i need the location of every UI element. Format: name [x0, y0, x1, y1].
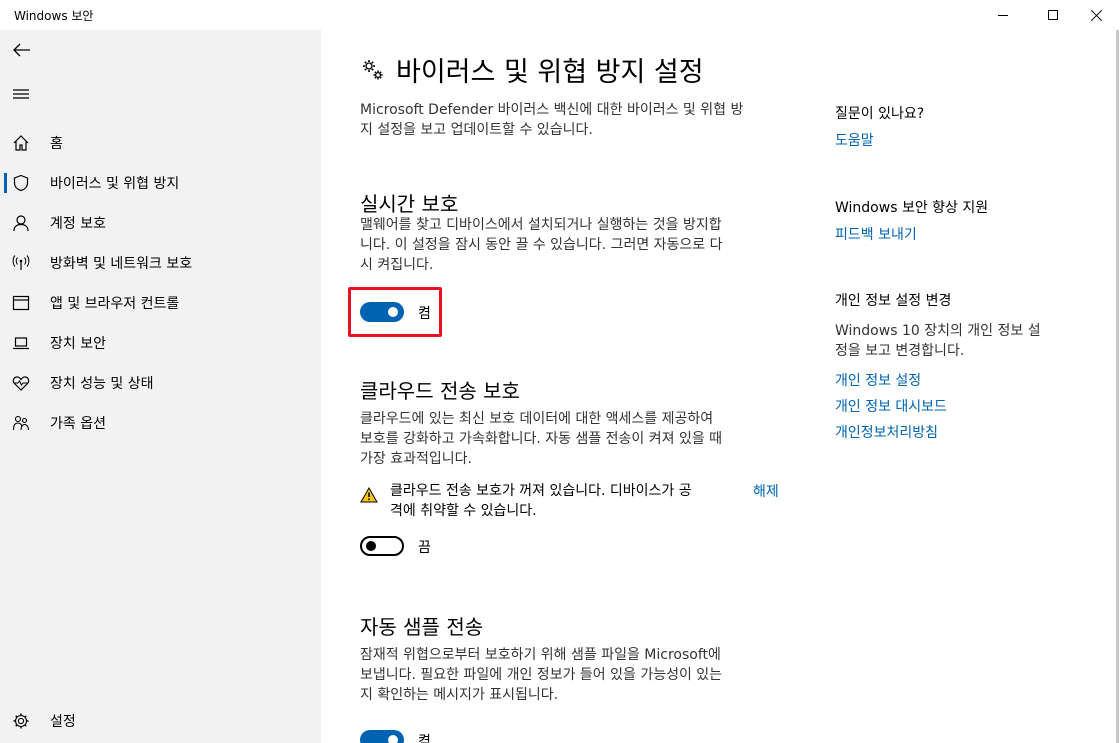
- sidebar-item-label: 가족 옵션: [50, 416, 106, 432]
- cloud-desc-line: 클라우드에 있는 최신 보호 데이터에 대한 액세스를 제공하여: [360, 411, 714, 427]
- sidebar-item-label: 홈: [50, 136, 63, 152]
- browser-window-icon: [12, 295, 30, 311]
- privacy-description: Windows 10 장치의 개인 정보 설 정을 보고 변경합니다.: [835, 321, 1070, 361]
- improve-heading: Windows 보안 향상 지원: [835, 200, 989, 216]
- toggle-knob: [366, 541, 376, 551]
- hamburger-menu-button[interactable]: [10, 82, 34, 106]
- maximize-button[interactable]: [1030, 0, 1076, 30]
- help-link[interactable]: 도움말: [835, 130, 874, 150]
- family-icon: [12, 415, 30, 431]
- maximize-icon: [1048, 10, 1058, 20]
- sidebar-item-virus-protection[interactable]: 바이러스 및 위협 방지: [0, 162, 321, 202]
- gears-icon: [363, 59, 383, 79]
- sidebar-item-label: 방화벽 및 네트워크 보호: [50, 256, 193, 272]
- realtime-heading: 실시간 보호: [360, 192, 459, 216]
- close-icon: [1091, 9, 1103, 21]
- sidebar-item-label: 계정 보호: [50, 216, 106, 232]
- sample-desc-line: 지 확인하는 메시지가 표시됩니다.: [360, 687, 559, 703]
- warning-text: 클라우드 전송 보호가 꺼져 있습니다. 디바이스가 공 격에 취약할 수 있습…: [390, 481, 740, 521]
- privacy-heading: 개인 정보 설정 변경: [835, 293, 952, 309]
- sample-toggle-label: 켬: [418, 734, 431, 743]
- cloud-desc-line: 보호를 강화하고 가속화합니다. 자동 샘플 전송이 켜져 있을 때: [360, 431, 723, 447]
- privacy-dashboard-link[interactable]: 개인 정보 대시보드: [835, 396, 947, 416]
- page-title-text: 바이러스 및 위협 방지 설정: [396, 57, 704, 88]
- cloud-heading: 클라우드 전송 보호: [360, 379, 520, 403]
- toggle-knob: [388, 307, 398, 317]
- sample-description: 잠재적 위협으로부터 보호하기 위해 샘플 파일을 Microsoft에 보냅니…: [360, 645, 800, 705]
- laptop-icon: [13, 337, 29, 350]
- realtime-desc-line: 맬웨어를 찾고 디바이스에서 설치되거나 실행하는 것을 방지합: [360, 217, 722, 233]
- sample-desc-line: 잠재적 위협으로부터 보호하기 위해 샘플 파일을 Microsoft에: [360, 647, 721, 663]
- warning-line: 클라우드 전송 보호가 꺼져 있습니다. 디바이스가 공: [390, 483, 692, 499]
- sidebar-item-family-options[interactable]: 가족 옵션: [0, 402, 321, 442]
- sidebar-item-label: 장치 보안: [50, 336, 106, 352]
- intro-line: 지 설정을 보고 업데이트할 수 있습니다.: [360, 122, 593, 138]
- cloud-toggle[interactable]: [360, 536, 404, 556]
- realtime-toggle-label: 켬: [418, 306, 431, 322]
- intro-text: Microsoft Defender 바이러스 백신에 대한 바이러스 및 위협…: [360, 100, 800, 140]
- privacy-desc-line: Windows 10 장치의 개인 정보 설: [835, 323, 1041, 339]
- minimize-button[interactable]: [980, 0, 1026, 30]
- back-button[interactable]: [10, 38, 34, 62]
- dismiss-link[interactable]: 해제: [753, 481, 779, 501]
- privacy-settings-link[interactable]: 개인 정보 설정: [835, 370, 921, 390]
- page-title: 바이러스 및 위협 방지 설정: [360, 50, 704, 89]
- sidebar-item-app-browser[interactable]: 앱 및 브라우저 컨트롤: [0, 282, 321, 322]
- hamburger-icon: [13, 89, 29, 99]
- window-title: Windows 보안: [14, 9, 94, 23]
- realtime-toggle[interactable]: [360, 302, 404, 322]
- cloud-description: 클라우드에 있는 최신 보호 데이터에 대한 액세스를 제공하여 보호를 강화하…: [360, 409, 800, 469]
- sidebar-item-device-security[interactable]: 장치 보안: [0, 322, 321, 362]
- antenna-icon: [12, 255, 30, 270]
- sample-heading: 자동 샘플 전송: [360, 615, 484, 639]
- sidebar-item-label: 설정: [50, 714, 76, 730]
- warning-icon: [360, 487, 378, 503]
- sidebar-item-settings[interactable]: 설정: [0, 700, 321, 740]
- cloud-toggle-label: 끔: [418, 540, 431, 556]
- question-heading: 질문이 있나요?: [835, 106, 925, 122]
- sample-toggle[interactable]: [360, 730, 404, 743]
- title-bar: Windows 보안: [0, 0, 1120, 30]
- close-button[interactable]: [1074, 0, 1120, 30]
- feedback-link[interactable]: 피드백 보내기: [835, 224, 917, 244]
- heart-pulse-icon: [12, 376, 30, 391]
- sidebar-item-device-health[interactable]: 장치 성능 및 상태: [0, 362, 321, 402]
- gear-icon: [13, 713, 29, 729]
- sidebar-item-firewall[interactable]: 방화벽 및 네트워크 보호: [0, 242, 321, 282]
- sidebar-item-account-protection[interactable]: 계정 보호: [0, 202, 321, 242]
- sidebar-item-home[interactable]: 홈: [0, 122, 321, 162]
- sidebar-item-label: 앱 및 브라우저 컨트롤: [50, 296, 180, 312]
- privacy-statement-link[interactable]: 개인정보처리방침: [835, 422, 938, 442]
- realtime-description: 맬웨어를 찾고 디바이스에서 설치되거나 실행하는 것을 방지합 니다. 이 설…: [360, 215, 800, 275]
- shield-icon: [13, 174, 29, 192]
- sidebar-item-label: 장치 성능 및 상태: [50, 376, 154, 392]
- person-icon: [13, 215, 29, 232]
- back-arrow-icon: [13, 43, 30, 57]
- realtime-desc-line: 니다. 이 설정을 잠시 동안 끌 수 있습니다. 그러면 자동으로 다: [360, 237, 723, 253]
- intro-line: Microsoft Defender 바이러스 백신에 대한 바이러스 및 위협…: [360, 102, 744, 118]
- privacy-desc-line: 정을 보고 변경합니다.: [835, 343, 965, 359]
- realtime-desc-line: 시 켜집니다.: [360, 257, 434, 273]
- warning-line: 격에 취약할 수 있습니다.: [390, 503, 537, 519]
- sidebar: 홈 바이러스 및 위협 방지 계정 보호 방화벽 및 네트워크 보호 앱 및 브…: [0, 30, 321, 743]
- toggle-knob: [388, 735, 398, 743]
- scrollbar[interactable]: [1116, 30, 1119, 743]
- minimize-icon: [998, 14, 1008, 16]
- sidebar-item-label: 바이러스 및 위협 방지: [50, 176, 180, 192]
- sample-desc-line: 보냅니다. 필요한 파일에 개인 정보가 들어 있을 가능성이 있는: [360, 667, 723, 683]
- cloud-desc-line: 가장 효과적입니다.: [360, 451, 472, 467]
- main-content: 바이러스 및 위협 방지 설정 Microsoft Defender 바이러스 …: [321, 30, 1111, 743]
- home-icon: [13, 135, 29, 151]
